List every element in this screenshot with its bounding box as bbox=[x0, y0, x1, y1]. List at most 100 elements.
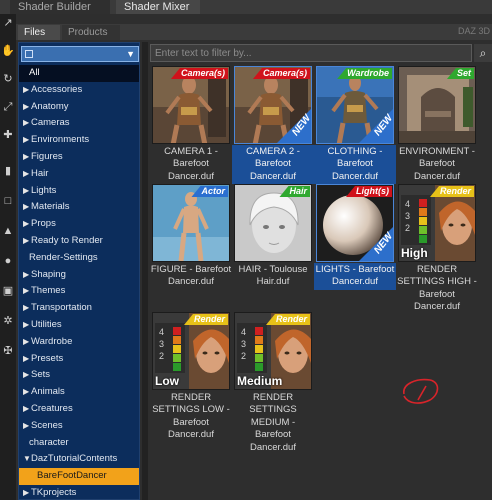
tree-item-utilities[interactable]: ▶ Utilities bbox=[19, 317, 139, 334]
pointer-tool-icon[interactable]: ↗ bbox=[1, 16, 15, 30]
tree-item-cameras[interactable]: ▶ Cameras bbox=[19, 115, 139, 132]
tab-shader-mixer[interactable]: Shader Mixer bbox=[116, 0, 200, 14]
chevron-right-icon[interactable]: ▶ bbox=[23, 82, 31, 99]
tree-item-character[interactable]: character bbox=[19, 435, 139, 452]
chevron-right-icon[interactable]: ▶ bbox=[23, 199, 31, 216]
tree-item-all[interactable]: All bbox=[19, 65, 139, 82]
search-icon[interactable]: ⌕ bbox=[474, 44, 492, 62]
tree-item-transportation[interactable]: ▶ Transportation bbox=[19, 300, 139, 317]
asset-thumbnail[interactable]: Actor bbox=[152, 184, 230, 262]
asset-thumbnail[interactable]: NEW Wardrobe bbox=[316, 66, 394, 144]
tree-item-scenes[interactable]: ▶ Scenes bbox=[19, 418, 139, 435]
chevron-right-icon[interactable]: ▶ bbox=[23, 401, 31, 418]
asset-thumbnail[interactable]: NEW Camera(s) bbox=[234, 66, 312, 144]
asset-label: ENVIRONMENT - Barefoot Dancer.duf bbox=[399, 146, 475, 182]
asset-thumbnail[interactable]: Set bbox=[398, 66, 476, 144]
tab-files[interactable]: Files bbox=[18, 25, 60, 40]
chevron-right-icon[interactable]: ▶ bbox=[23, 351, 31, 368]
tab-products[interactable]: Products bbox=[62, 25, 120, 40]
rotate-tool-icon[interactable]: ↻ bbox=[1, 72, 15, 86]
chevron-right-icon[interactable]: ▶ bbox=[23, 267, 31, 284]
move-tool-icon[interactable]: ✚ bbox=[1, 128, 15, 142]
chevron-right-icon[interactable]: ▶ bbox=[23, 300, 31, 317]
chevron-down-icon[interactable]: ▼ bbox=[23, 451, 31, 468]
tree-item-wardrobe[interactable]: ▶ Wardrobe bbox=[19, 334, 139, 351]
tree-item-label: Creatures bbox=[31, 402, 73, 414]
tree-item-anatomy[interactable]: ▶ Anatomy bbox=[19, 99, 139, 116]
chevron-right-icon[interactable]: ▶ bbox=[23, 317, 31, 334]
asset-label: RENDER SETTINGS MEDIUM - Barefoot Dancer… bbox=[249, 392, 297, 453]
chevron-right-icon[interactable]: ▶ bbox=[23, 183, 31, 200]
pose-tool-icon[interactable]: ✠ bbox=[1, 344, 15, 358]
chevron-right-icon[interactable]: ▶ bbox=[23, 132, 31, 149]
spotlight-tool-icon[interactable]: ▲ bbox=[1, 224, 15, 238]
tree-item-label: Wardrobe bbox=[31, 335, 73, 347]
tree-item-materials[interactable]: ▶ Materials bbox=[19, 199, 139, 216]
folder-icon bbox=[25, 50, 33, 58]
chevron-right-icon[interactable]: ▶ bbox=[23, 283, 31, 300]
page-tool-icon[interactable]: □ bbox=[1, 194, 15, 208]
asset-thumbnail[interactable]: 4 3 2 Render Low bbox=[152, 312, 230, 390]
tree-item-hair[interactable]: ▶ Hair bbox=[19, 166, 139, 183]
joint-tool-icon[interactable]: ✲ bbox=[1, 314, 15, 328]
asset-label: RENDER SETTINGS LOW - Barefoot Dancer.du… bbox=[152, 392, 230, 441]
tree-item-sets[interactable]: ▶ Sets bbox=[19, 367, 139, 384]
tree-item-label: TKprojects bbox=[31, 486, 77, 498]
scale-tool-icon[interactable]: ⤢ bbox=[1, 100, 15, 114]
asset-thumbnail[interactable]: Camera(s) bbox=[152, 66, 230, 144]
tree-item-tkprojects[interactable]: ▶ TKprojects bbox=[19, 485, 139, 500]
chevron-right-icon[interactable]: ▶ bbox=[23, 99, 31, 116]
asset-thumbnail[interactable]: 4 3 2 Render High bbox=[398, 184, 476, 262]
render-level-label: Medium bbox=[237, 374, 283, 388]
asset-label: HAIR - Toulouse Hair.duf bbox=[238, 264, 308, 288]
tree-item-daztutorialcontents[interactable]: ▼DazTutorialContents bbox=[19, 451, 139, 468]
tree-item-themes[interactable]: ▶ Themes bbox=[19, 283, 139, 300]
tree-item-label: BareFootDancer bbox=[37, 470, 107, 482]
tab-shader-builder[interactable]: Shader Builder bbox=[10, 0, 110, 14]
chevron-right-icon[interactable]: ▶ bbox=[23, 418, 31, 435]
tree-item-creatures[interactable]: ▶ Creatures bbox=[19, 401, 139, 418]
tree-item-ready-to-render[interactable]: ▶ Ready to Render bbox=[19, 233, 139, 250]
phone-tool-icon[interactable]: ▮ bbox=[1, 164, 15, 178]
hand-tool-icon[interactable]: ✋ bbox=[1, 44, 15, 58]
filter-input[interactable] bbox=[151, 45, 471, 61]
tree-item-lights[interactable]: ▶ Lights bbox=[19, 183, 139, 200]
tree-item-label: Render-Settings bbox=[29, 251, 98, 263]
tree-item-barefootdancer[interactable]: BareFootDancer bbox=[19, 468, 139, 485]
asset-grid: Camera(s) CAMERA 1 - Barefoot Dancer.duf N… bbox=[151, 66, 492, 498]
tree-item-animals[interactable]: ▶ Animals bbox=[19, 384, 139, 401]
chevron-right-icon[interactable]: ▶ bbox=[23, 115, 31, 132]
svg-text:4: 4 bbox=[159, 327, 164, 337]
node-tool-icon[interactable]: ● bbox=[1, 254, 15, 268]
chevron-right-icon[interactable]: ▶ bbox=[23, 384, 31, 401]
asset-thumbnail[interactable]: 4 3 2 Render Medium bbox=[234, 312, 312, 390]
tree-item-environments[interactable]: ▶ Environments bbox=[19, 132, 139, 149]
folder-view-dropdown[interactable]: ▼ bbox=[21, 46, 139, 62]
chevron-right-icon[interactable]: ▶ bbox=[23, 334, 31, 351]
tree-item-label: Transportation bbox=[31, 302, 92, 314]
tree-item-shaping[interactable]: ▶ Shaping bbox=[19, 267, 139, 284]
asset-type-badge: Camera(s) bbox=[170, 68, 228, 79]
asset-thumbnail[interactable]: Hair bbox=[234, 184, 312, 262]
chevron-right-icon[interactable]: ▶ bbox=[23, 166, 31, 183]
tree-item-presets[interactable]: ▶ Presets bbox=[19, 351, 139, 368]
asset-label: LIGHTS - Barefoot Dancer.duf bbox=[314, 263, 396, 290]
tree-item-figures[interactable]: ▶ Figures bbox=[19, 149, 139, 166]
tree-item-accessories[interactable]: ▶ Accessories bbox=[19, 82, 139, 99]
tree-item-label: character bbox=[29, 436, 69, 448]
asset-thumbnail[interactable]: NEW Light(s) bbox=[316, 184, 394, 262]
tree-item-render-settings[interactable]: Render-Settings bbox=[19, 250, 139, 267]
daz-studio-content-library: Shader Builder Shader Mixer ↗ ✋ ↻ ⤢ ✚ ▮ … bbox=[0, 0, 492, 500]
tree-item-label: Materials bbox=[31, 201, 70, 213]
tree-item-props[interactable]: ▶ Props bbox=[19, 216, 139, 233]
region-tool-icon[interactable]: ▣ bbox=[1, 284, 15, 298]
filter-field[interactable] bbox=[150, 44, 472, 62]
chevron-right-icon[interactable]: ▶ bbox=[23, 485, 31, 500]
chevron-right-icon[interactable]: ▶ bbox=[23, 216, 31, 233]
svg-text:2: 2 bbox=[241, 351, 246, 361]
tree-item-label: Presets bbox=[31, 352, 64, 364]
chevron-right-icon[interactable]: ▶ bbox=[23, 149, 31, 166]
panel-splitter[interactable] bbox=[142, 42, 148, 500]
chevron-right-icon[interactable]: ▶ bbox=[23, 367, 31, 384]
chevron-right-icon[interactable]: ▶ bbox=[23, 233, 31, 250]
